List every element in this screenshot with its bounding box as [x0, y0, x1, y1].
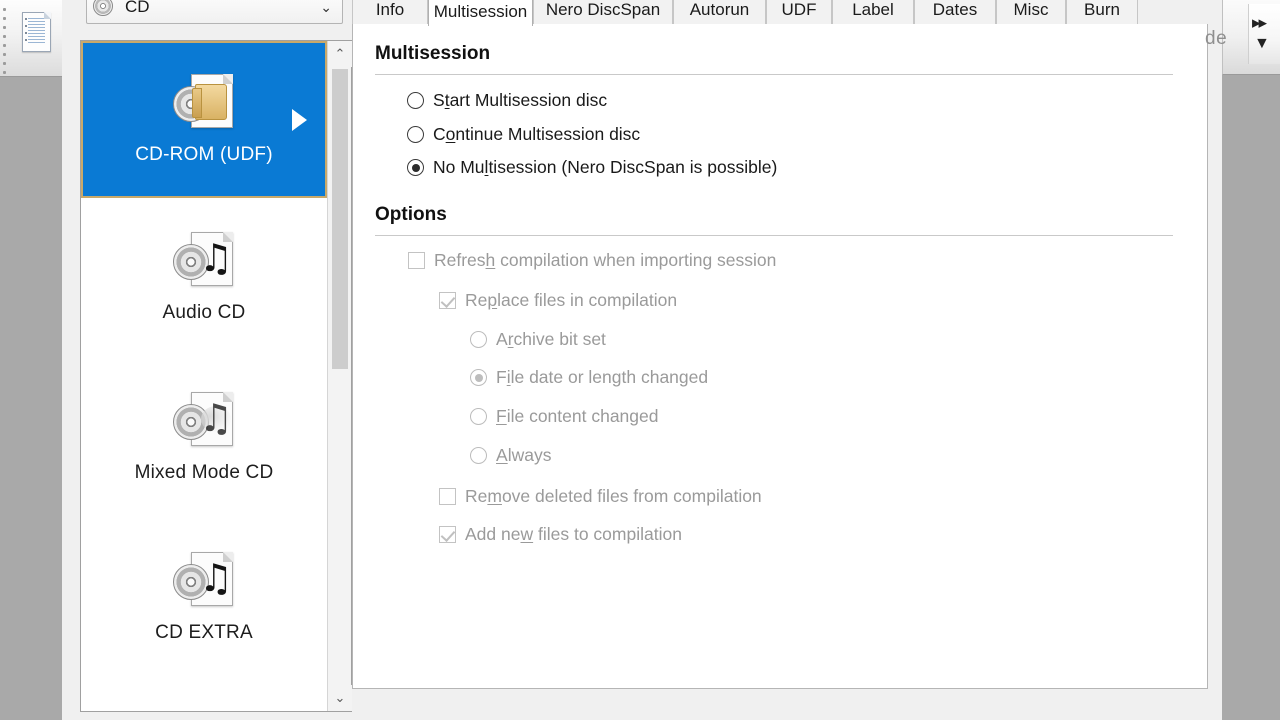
media-type-combobox[interactable]: CD ⌄: [86, 0, 343, 24]
scrollbar-thumb[interactable]: [332, 69, 348, 369]
radio-label: Start Multisession disc: [433, 90, 608, 110]
radio-label: Archive bit set: [496, 329, 606, 349]
tab-misc[interactable]: Misc: [996, 0, 1066, 24]
radio-file-date-or-length-changed[interactable]: File date or length changed: [470, 367, 708, 388]
checkbox-indicator[interactable]: [439, 488, 456, 505]
document-lines: [28, 18, 45, 45]
checkbox-remove-deleted-files[interactable]: Remove deleted files from compilation: [439, 486, 762, 507]
compilation-type-listbox[interactable]: CD-ROM (UDF) ♫ Audio CD ♫ Mixed Mode CD …: [80, 40, 352, 712]
radio-archive-bit-set[interactable]: Archive bit set: [470, 329, 606, 350]
submenu-arrow-icon[interactable]: [292, 108, 307, 131]
radio-label: File date or length changed: [496, 367, 709, 387]
tab-autorun[interactable]: Autorun: [673, 0, 766, 24]
tab-info[interactable]: Info: [352, 0, 428, 24]
document-icon[interactable]: [20, 12, 52, 54]
list-item-cd-rom-udf[interactable]: CD-ROM (UDF): [81, 41, 327, 198]
multisession-group-rule: [375, 74, 1173, 75]
checkbox-replace-files[interactable]: Replace files in compilation: [439, 290, 677, 311]
nero-burning-rom-compilation-dialog: CD ⌄ CD-ROM (UDF) ♫ Audio CD ♫ Mixed Mod…: [0, 0, 1280, 720]
list-item-label: CD-ROM (UDF): [135, 143, 273, 165]
radio-label: Always: [496, 445, 552, 465]
scroll-down-arrow-icon[interactable]: ⌄: [328, 685, 352, 711]
cd-music-document-icon: ♫: [173, 232, 235, 290]
radio-start-multisession[interactable]: Start Multisession disc: [407, 90, 607, 111]
radio-label: File content changed: [496, 406, 659, 426]
checkbox-refresh-compilation[interactable]: Refresh compilation when importing sessi…: [408, 250, 776, 271]
radio-label: No Multisession (Nero DiscSpan is possib…: [433, 157, 778, 177]
radio-indicator[interactable]: [470, 331, 487, 348]
checkbox-label: Remove deleted files from compilation: [465, 486, 762, 506]
list-item-label: Audio CD: [162, 302, 246, 323]
radio-indicator[interactable]: [407, 159, 424, 176]
tab-dates[interactable]: Dates: [914, 0, 996, 24]
checkbox-indicator[interactable]: [439, 292, 456, 309]
compilation-type-list: CD-ROM (UDF) ♫ Audio CD ♫ Mixed Mode CD …: [81, 41, 327, 711]
left-desktop-background: [0, 0, 62, 720]
checkbox-indicator[interactable]: [439, 526, 456, 543]
checkbox-label: Refresh compilation when importing sessi…: [434, 250, 777, 270]
checkbox-label: Replace files in compilation: [465, 290, 678, 310]
list-item-label: Mixed Mode CD: [134, 462, 274, 483]
tab-label[interactable]: Label: [832, 0, 914, 24]
checkbox-label: Add new files to compilation: [465, 524, 682, 544]
tab-multisession[interactable]: Multisession: [428, 0, 533, 26]
checkbox-add-new-files[interactable]: Add new files to compilation: [439, 524, 682, 545]
chevron-down-icon[interactable]: ▼: [1254, 36, 1270, 52]
radio-label: Continue Multisession disc: [433, 124, 641, 144]
radio-file-content-changed[interactable]: File content changed: [470, 406, 659, 427]
checkbox-indicator[interactable]: [408, 252, 425, 269]
cd-music-document-icon: ♫: [173, 552, 235, 610]
multisession-group-title: Multisession: [375, 43, 491, 64]
list-item-label: CD EXTRA: [155, 622, 253, 643]
settings-tabstrip: Info Multisession Nero DiscSpan Autorun …: [352, 0, 1208, 26]
list-scrollbar[interactable]: ⌃ ⌄: [327, 41, 352, 711]
options-group-rule: [375, 235, 1173, 236]
dialog-body: CD ⌄ CD-ROM (UDF) ♫ Audio CD ♫ Mixed Mod…: [62, 0, 1222, 720]
toolbar-grip-dots: [3, 8, 9, 74]
radio-no-multisession[interactable]: No Multisession (Nero DiscSpan is possib…: [407, 157, 777, 178]
radio-indicator[interactable]: [407, 126, 424, 143]
right-partial-text: de: [1205, 28, 1228, 49]
chevron-down-icon[interactable]: ⌄: [320, 0, 332, 16]
cd-folder-document-icon: [173, 73, 235, 132]
radio-indicator[interactable]: [470, 369, 487, 386]
media-type-value: CD: [125, 0, 150, 16]
radio-indicator[interactable]: [407, 92, 424, 109]
document-page-shape: [22, 12, 51, 52]
radio-continue-multisession[interactable]: Continue Multisession disc: [407, 124, 640, 145]
list-item-cd-extra[interactable]: ♫ CD EXTRA: [81, 518, 327, 678]
tab-udf[interactable]: UDF: [766, 0, 832, 24]
cd-disc-icon: [93, 0, 115, 18]
right-desktop-background: [1222, 0, 1280, 720]
multisession-tab-panel: Multisession Start Multisession disc Con…: [352, 24, 1208, 689]
left-partial-toolbar: [0, 0, 63, 77]
tab-burn[interactable]: Burn: [1066, 0, 1138, 24]
radio-always[interactable]: Always: [470, 445, 551, 466]
fast-forward-icon[interactable]: ▸▸: [1252, 14, 1267, 31]
list-item-mixed-mode-cd[interactable]: ♫ Mixed Mode CD: [81, 358, 327, 518]
radio-indicator[interactable]: [470, 447, 487, 464]
document-bullets: [25, 18, 27, 46]
tab-nero-discspan[interactable]: Nero DiscSpan: [533, 0, 673, 24]
options-group-title: Options: [375, 204, 447, 225]
cd-music-document-icon: ♫: [173, 392, 235, 450]
scroll-up-arrow-icon[interactable]: ⌃: [328, 41, 352, 67]
list-item-audio-cd[interactable]: ♫ Audio CD: [81, 198, 327, 358]
radio-indicator[interactable]: [470, 408, 487, 425]
